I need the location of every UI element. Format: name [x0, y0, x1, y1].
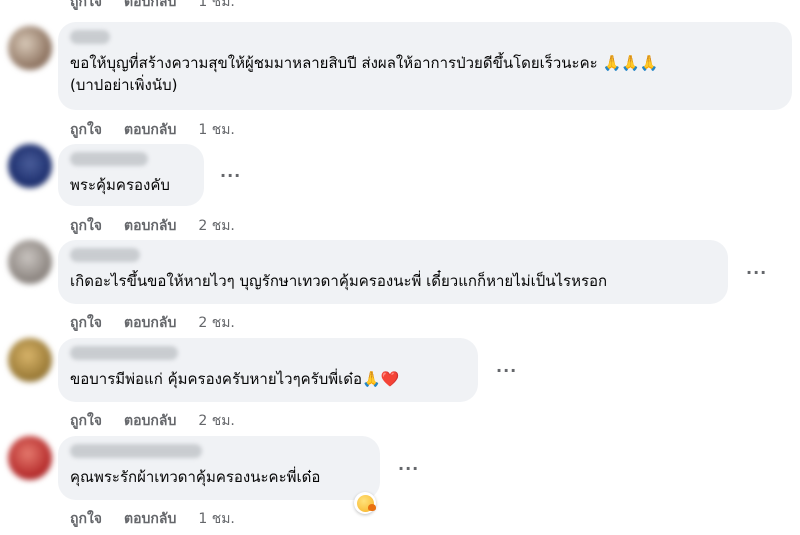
comment-2-actions: ถูกใจ ตอบกลับ 2 ชม.	[70, 215, 235, 237]
comment-text: พระคุ้มครองคับ	[70, 176, 170, 194]
timestamp: 1 ชม.	[198, 511, 235, 527]
author-name[interactable]	[70, 346, 178, 360]
timestamp: 2 ชม.	[198, 218, 235, 234]
like-button[interactable]: ถูกใจ	[70, 410, 102, 432]
comment-text: คุณพระรักผ้าเทวดาคุ้มครองนะคะพี่เด๋อ	[70, 468, 321, 486]
reply-button[interactable]: ตอบกลับ	[124, 215, 176, 237]
reply-button[interactable]: ตอบกลับ	[124, 410, 176, 432]
like-button[interactable]: ถูกใจ	[70, 312, 102, 334]
comment-bubble: เกิดอะไรขึ้นขอให้หายไวๆ บุญรักษาเทวดาคุ้…	[58, 240, 728, 304]
comment-0-actions: ถูกใจ ตอบกลับ 1 ชม.	[70, 0, 235, 13]
reply-button[interactable]: ตอบกลับ	[124, 119, 176, 141]
avatar[interactable]	[8, 26, 52, 70]
author-name[interactable]	[70, 30, 110, 44]
author-name[interactable]	[70, 444, 202, 458]
comment-1-actions: ถูกใจ ตอบกลับ 1 ชม.	[70, 119, 235, 141]
like-button[interactable]: ถูกใจ	[70, 0, 102, 13]
comment-text: เกิดอะไรขึ้นขอให้หายไวๆ บุญรักษาเทวดาคุ้…	[70, 272, 608, 290]
timestamp: 2 ชม.	[198, 315, 235, 331]
like-button[interactable]: ถูกใจ	[70, 508, 102, 530]
author-name[interactable]	[70, 248, 140, 262]
comment-bubble: ขอให้บุญที่สร้างความสุขให้ผู้ชมมาหลายสิบ…	[58, 22, 792, 110]
comment-bubble: ขอบารมีพ่อแก่ คุ้มครองครับหายไวๆครับพี่เ…	[58, 338, 478, 402]
comment-bubble: พระคุ้มครองคับ	[58, 144, 204, 206]
like-button[interactable]: ถูกใจ	[70, 119, 102, 141]
more-options-button[interactable]: ···	[398, 459, 419, 478]
care-reaction-icon[interactable]	[354, 492, 376, 514]
more-options-button[interactable]: ···	[220, 166, 241, 185]
timestamp: 2 ชม.	[198, 413, 235, 429]
reply-button[interactable]: ตอบกลับ	[124, 0, 176, 13]
author-name[interactable]	[70, 152, 148, 166]
avatar[interactable]	[8, 144, 52, 188]
avatar[interactable]	[8, 338, 52, 382]
comment-text: ขอบารมีพ่อแก่ คุ้มครองครับหายไวๆครับพี่เ…	[70, 370, 400, 388]
more-options-button[interactable]: ···	[496, 361, 517, 380]
more-options-button[interactable]: ···	[746, 263, 767, 282]
comment-bubble: คุณพระรักผ้าเทวดาคุ้มครองนะคะพี่เด๋อ	[58, 436, 380, 500]
comment-5-actions: ถูกใจ ตอบกลับ 1 ชม.	[70, 508, 235, 530]
like-button[interactable]: ถูกใจ	[70, 215, 102, 237]
timestamp: 1 ชม.	[198, 0, 235, 10]
avatar[interactable]	[8, 436, 52, 480]
comment-text: ขอให้บุญที่สร้างความสุขให้ผู้ชมมาหลายสิบ…	[70, 54, 659, 94]
comment-3-actions: ถูกใจ ตอบกลับ 2 ชม.	[70, 312, 235, 334]
comment-4-actions: ถูกใจ ตอบกลับ 2 ชม.	[70, 410, 235, 432]
avatar[interactable]	[8, 240, 52, 284]
timestamp: 1 ชม.	[198, 122, 235, 138]
reply-button[interactable]: ตอบกลับ	[124, 508, 176, 530]
reply-button[interactable]: ตอบกลับ	[124, 312, 176, 334]
